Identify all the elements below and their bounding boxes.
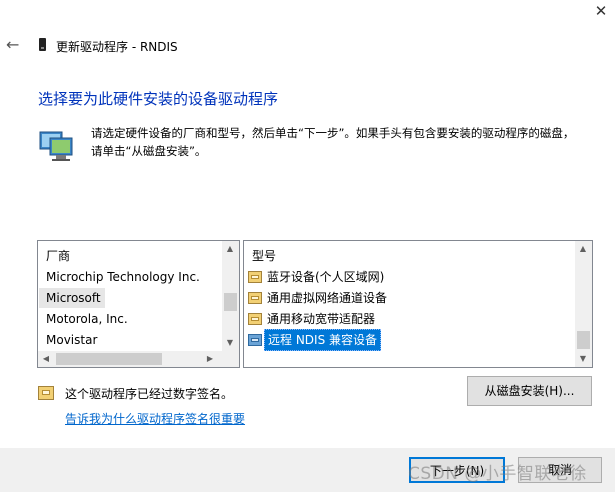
scroll-corner [222,351,239,367]
list-item[interactable]: 通用移动宽带适配器 [248,309,378,329]
list-item[interactable]: Microsoft [39,288,105,308]
scroll-thumb[interactable] [577,331,590,349]
scroll-thumb[interactable] [224,293,237,311]
network-driver-icon [248,334,262,346]
model-label: 通用虚拟网络通道设备 [267,291,388,305]
signature-status: 这个驱动程序已经过数字签名。 [65,387,234,401]
window-title: 更新驱动程序 - RNDIS [56,40,178,54]
hardware-icon [39,131,73,161]
model-label: 通用移动宽带适配器 [267,312,376,326]
list-item[interactable]: Microchip Technology Inc. [39,267,200,287]
scroll-right-icon[interactable]: ▶ [202,351,218,367]
scroll-down-icon[interactable]: ▼ [575,351,591,367]
list-item[interactable]: 远程 NDIS 兼容设备 [248,329,382,351]
list-item[interactable]: 通用虚拟网络通道设备 [248,288,390,308]
scroll-left-icon[interactable]: ◀ [38,351,54,367]
driver-icon [248,271,262,283]
manufacturer-vscrollbar[interactable]: ▲ ▼ [222,241,239,351]
scroll-thumb[interactable] [56,353,162,365]
list-item[interactable]: Motorola, Inc. [39,309,128,329]
page-heading: 选择要为此硬件安装的设备驱动程序 [38,90,279,108]
signed-driver-icon [38,386,54,400]
model-vscrollbar[interactable]: ▲ ▼ [575,241,592,367]
scroll-down-icon[interactable]: ▼ [222,335,238,351]
model-header: 型号 [252,249,277,263]
model-label: 远程 NDIS 兼容设备 [264,329,382,351]
manufacturer-header: 厂商 [46,249,71,263]
watermark: CSDN @小手智联老徐 [408,464,587,484]
list-item[interactable]: 蓝牙设备(个人区域网) [248,267,387,287]
back-arrow-icon[interactable]: ← [6,36,24,54]
device-icon [39,38,46,51]
driver-icon [248,292,262,304]
have-disk-button[interactable]: 从磁盘安装(H)... [467,376,592,406]
driver-icon [248,313,262,325]
manufacturer-hscrollbar[interactable]: ◀ ▶ [38,351,239,367]
manufacturer-list[interactable]: 厂商 Microchip Technology Inc. Microsoft M… [37,240,240,368]
signature-info-link[interactable]: 告诉我为什么驱动程序签名很重要 [65,410,245,427]
close-button[interactable]: ✕ [592,2,610,20]
scroll-up-icon[interactable]: ▲ [222,241,238,257]
model-label: 蓝牙设备(个人区域网) [267,270,385,284]
instruction-text: 请选定硬件设备的厂商和型号，然后单击“下一步”。如果手头有包含要安装的驱动程序的… [91,126,575,158]
scroll-up-icon[interactable]: ▲ [575,241,591,257]
list-item[interactable]: Movistar [39,330,97,350]
model-list[interactable]: 型号 蓝牙设备(个人区域网) 通用虚拟网络通道设备 通用移动宽带适配器 远程 N… [243,240,593,368]
